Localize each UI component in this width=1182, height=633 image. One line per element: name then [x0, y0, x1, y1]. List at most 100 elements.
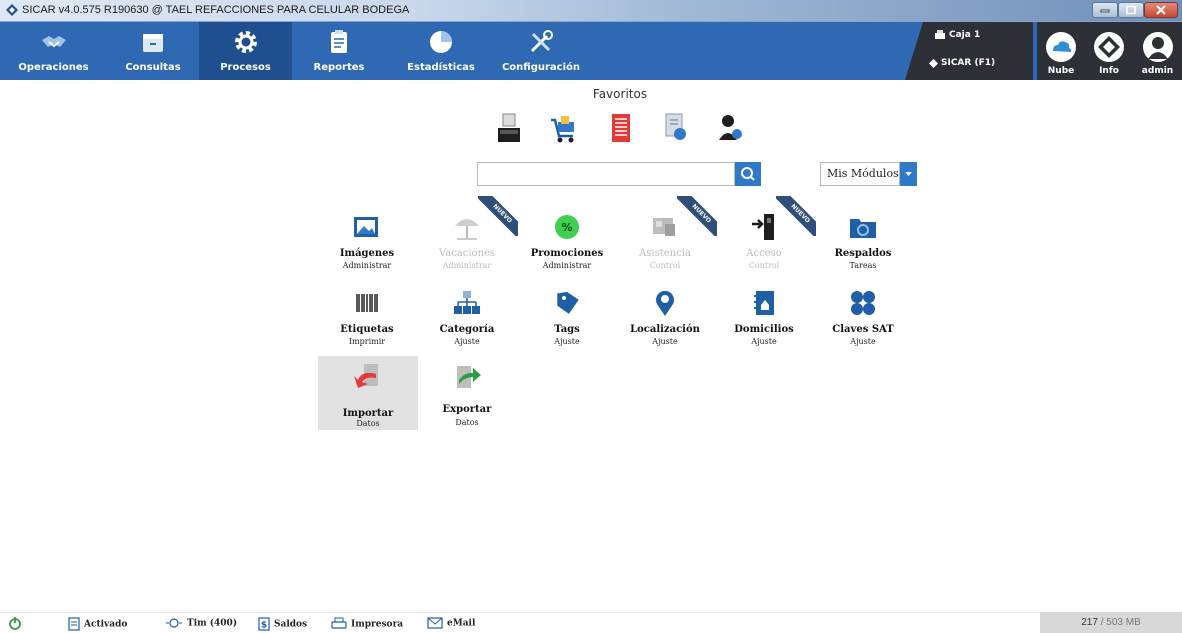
nav-operaciones[interactable]: Operaciones: [0, 22, 107, 80]
shopping-cart-icon[interactable]: [549, 112, 577, 144]
nav-label: Consultas: [125, 62, 181, 73]
module-tags[interactable]: Tags Ajuste: [517, 288, 617, 362]
module-sub: Tareas: [849, 261, 877, 270]
nuevo-badge: NUEVO: [776, 196, 816, 236]
nav-configuracion[interactable]: Configuración: [496, 22, 586, 80]
maximize-button[interactable]: [1118, 2, 1144, 18]
sicar-help-label[interactable]: SICAR (F1): [941, 58, 995, 68]
nav-label: Procesos: [220, 62, 271, 73]
hierarchy-icon: [454, 291, 480, 314]
archive-box-icon: [143, 34, 163, 52]
module-etiquetas[interactable]: Etiquetas Imprimir: [317, 288, 417, 362]
document-list-icon[interactable]: [607, 112, 635, 144]
module-name: Respaldos: [834, 248, 892, 259]
user-icon: [1142, 32, 1173, 62]
mail-icon: [427, 617, 443, 629]
pie-chart-icon: [430, 31, 452, 53]
tag-icon: [557, 291, 579, 314]
memory-total: / 503 MB: [1097, 617, 1141, 628]
diamond-icon: [929, 59, 938, 68]
modules-dropdown-button[interactable]: [900, 162, 917, 186]
nav-label: Reportes: [313, 62, 365, 73]
document-search-icon[interactable]: [662, 112, 690, 144]
module-name: Tags: [554, 324, 580, 335]
status-activado[interactable]: Activado: [68, 617, 127, 631]
status-saldos[interactable]: $ Saldos: [258, 617, 307, 631]
module-sub: Ajuste: [751, 337, 777, 346]
sicar-logo-icon: [6, 4, 18, 16]
module-name: Categoría: [439, 324, 495, 335]
svg-text:$: $: [261, 621, 267, 631]
import-icon: [354, 364, 378, 388]
nav-reportes[interactable]: Reportes: [292, 22, 386, 80]
user-settings-icon[interactable]: [717, 112, 745, 144]
info-icon: [1094, 32, 1124, 62]
search-button[interactable]: [735, 162, 761, 186]
badge-label: NUEVO: [776, 196, 816, 236]
barcode-icon: [356, 294, 378, 312]
cloud-icon: [1046, 32, 1076, 62]
caja-label[interactable]: Caja 1: [949, 30, 980, 40]
module-domicilios[interactable]: Domicilios Ajuste: [714, 288, 814, 362]
module-sub: Datos: [356, 419, 380, 428]
module-name: Localización: [630, 324, 700, 335]
search-input[interactable]: [477, 162, 735, 186]
module-sub: Administrar: [542, 261, 592, 270]
nav-label: Configuración: [501, 62, 581, 73]
module-name: Claves SAT: [832, 324, 894, 335]
favoritos-title: Favoritos: [592, 87, 648, 101]
module-name: Exportar: [442, 404, 492, 415]
four-dots-icon: [851, 291, 875, 315]
nuevo-badge: NUEVO: [677, 196, 717, 236]
nav-label: Operaciones: [18, 62, 89, 73]
modules-select[interactable]: Mis Módulos: [820, 162, 900, 186]
percent-icon: %: [555, 215, 579, 239]
cash-register-icon[interactable]: [495, 112, 523, 144]
export-icon: [457, 366, 481, 388]
module-sub: Imprimir: [348, 337, 386, 346]
memory-indicator: 217 / 503 MB: [1040, 612, 1182, 633]
info-button[interactable]: Info: [1085, 22, 1133, 80]
impresora-label: Impresora: [351, 619, 404, 630]
close-button[interactable]: [1144, 2, 1178, 18]
status-tim[interactable]: Tim (400): [165, 617, 237, 631]
nuevo-badge: NUEVO: [478, 196, 518, 236]
module-imagenes[interactable]: Imágenes Administrar: [317, 212, 417, 286]
app-window: SICAR v4.0.575 R190630 @ TAEL REFACCIONE…: [0, 0, 1182, 633]
email-label: eMail: [447, 618, 476, 629]
module-sub: Administrar: [442, 261, 492, 270]
printer-icon: [331, 617, 347, 629]
module-importar[interactable]: Importar Datos: [318, 356, 418, 430]
power-icon[interactable]: [8, 616, 22, 630]
module-categoria[interactable]: Categoría Ajuste: [417, 288, 517, 362]
status-impresora[interactable]: Impresora: [331, 617, 403, 631]
admin-label: admin: [1141, 66, 1174, 76]
nav-consultas[interactable]: Consultas: [107, 22, 199, 80]
admin-button[interactable]: admin: [1133, 22, 1182, 80]
module-name: Promociones: [530, 248, 604, 259]
module-exportar[interactable]: Exportar Datos: [417, 362, 517, 436]
status-email[interactable]: eMail: [427, 617, 475, 631]
gear-icon: [234, 31, 257, 53]
badge-label: NUEVO: [478, 196, 518, 236]
handshake-icon: [41, 36, 66, 48]
maximize-icon: [1126, 5, 1136, 15]
backup-folder-icon: [850, 219, 876, 238]
module-name: Vacaciones: [438, 248, 496, 259]
module-name: Asistencia: [639, 248, 691, 259]
tools-icon: [530, 30, 553, 53]
module-claves-sat[interactable]: Claves SAT Ajuste: [813, 288, 913, 362]
document-check-icon: [68, 617, 80, 631]
nube-button[interactable]: Nube: [1037, 22, 1085, 80]
minimize-button[interactable]: [1092, 2, 1118, 18]
nav-estadisticas[interactable]: Estadísticas: [386, 22, 496, 80]
close-icon: [1156, 5, 1166, 15]
nav-procesos[interactable]: Procesos: [199, 22, 292, 80]
module-sub: Administrar: [342, 261, 392, 270]
module-localizacion[interactable]: Localización Ajuste: [615, 288, 715, 362]
module-respaldos[interactable]: Respaldos Tareas: [813, 212, 913, 286]
nav-label: Estadísticas: [407, 62, 475, 73]
module-name: Importar: [342, 408, 394, 419]
module-promociones[interactable]: % Promociones Administrar: [517, 212, 617, 286]
memory-used: 217: [1081, 617, 1098, 628]
